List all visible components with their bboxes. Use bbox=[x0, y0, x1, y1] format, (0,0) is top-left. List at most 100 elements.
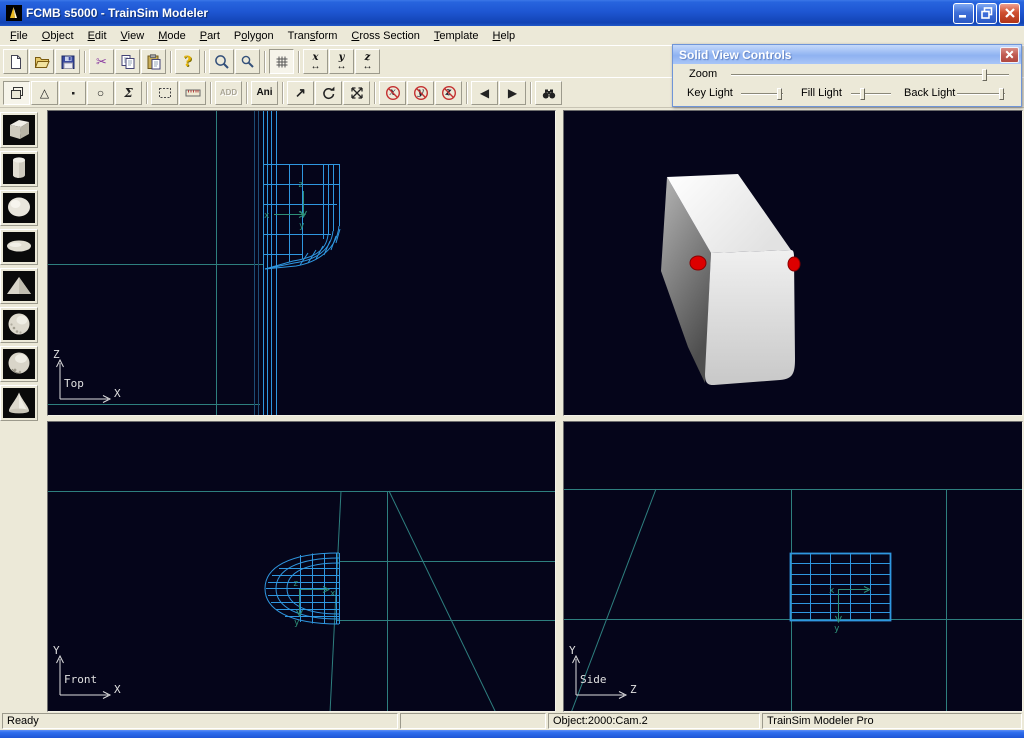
selrect-icon bbox=[157, 85, 173, 101]
fill-light-slider[interactable] bbox=[851, 88, 891, 100]
minimize-button[interactable] bbox=[953, 3, 974, 24]
prev-button[interactable]: ◀ bbox=[471, 81, 498, 105]
menu-item-cross-section[interactable]: Cross Section bbox=[344, 28, 426, 44]
restore-button[interactable] bbox=[976, 3, 997, 24]
lock-x-button[interactable]: x bbox=[379, 81, 406, 105]
back-light-slider[interactable] bbox=[957, 88, 1005, 100]
circle-tool-button[interactable]: ○ bbox=[87, 81, 114, 105]
move-tool-button[interactable]: ↗ bbox=[287, 81, 314, 105]
help-button[interactable]: ? bbox=[175, 49, 200, 74]
menu-item-polygon[interactable]: Polygon bbox=[227, 28, 281, 44]
menu-item-object[interactable]: Object bbox=[35, 28, 81, 44]
svg-text:y: y bbox=[299, 221, 305, 231]
titlebar[interactable]: FCMB s5000 - TrainSim Modeler bbox=[0, 0, 1024, 26]
open-icon bbox=[34, 54, 50, 70]
lock-z-button[interactable]: z bbox=[435, 81, 462, 105]
menu-item-part[interactable]: Part bbox=[193, 28, 227, 44]
zoom-slider[interactable] bbox=[731, 69, 1009, 81]
menu-item-help[interactable]: Help bbox=[486, 28, 523, 44]
toolbar-separator bbox=[84, 51, 86, 73]
next-icon: ▶ bbox=[508, 87, 517, 99]
primitive-cylinder-button[interactable] bbox=[0, 151, 38, 187]
spline-tool-button[interactable]: Σ bbox=[115, 81, 142, 105]
zoom-in-button[interactable] bbox=[209, 49, 234, 74]
svg-text:y: y bbox=[294, 618, 300, 628]
primitive-cone-button[interactable] bbox=[0, 385, 38, 421]
zoom-out-button[interactable] bbox=[235, 49, 260, 74]
triangle-tool-icon: △ bbox=[40, 87, 49, 99]
scale-tool-button[interactable] bbox=[343, 81, 370, 105]
new-icon bbox=[8, 54, 24, 70]
select-rect-button[interactable] bbox=[151, 81, 178, 105]
no-x-icon: x bbox=[385, 85, 401, 101]
menu-item-view[interactable]: View bbox=[114, 28, 152, 44]
viewport-perspective[interactable] bbox=[563, 110, 1023, 416]
z-axis-button[interactable]: z↔ bbox=[355, 49, 380, 74]
menu-item-template[interactable]: Template bbox=[427, 28, 486, 44]
primitive-geosphere-button[interactable] bbox=[0, 307, 38, 343]
viewport-front[interactable]: z x y Y X Front bbox=[47, 421, 556, 712]
axis-gizmo-side: Y Z Side bbox=[566, 647, 666, 709]
viewport-top[interactable]: z x y Z X Top bbox=[47, 110, 556, 416]
toolbar-separator bbox=[374, 82, 376, 104]
point-tool-button[interactable] bbox=[59, 81, 86, 105]
dialog-title: Solid View Controls bbox=[679, 48, 1000, 62]
dot-icon bbox=[65, 85, 81, 101]
no-y-icon: y bbox=[413, 85, 429, 101]
cut-button[interactable]: ✂ bbox=[89, 49, 114, 74]
viewport-label-top: Top bbox=[64, 377, 84, 390]
add-button[interactable]: ADD bbox=[215, 81, 242, 105]
animate-icon: Ani bbox=[256, 87, 272, 98]
menu-item-file[interactable]: File bbox=[3, 28, 35, 44]
y-axis-button[interactable]: y↔ bbox=[329, 49, 354, 74]
close-button[interactable] bbox=[999, 3, 1020, 24]
dialog-titlebar[interactable]: Solid View Controls bbox=[673, 45, 1021, 64]
viewport-side[interactable]: x y Y Z Side bbox=[563, 421, 1023, 712]
menu-item-transform[interactable]: Transform bbox=[281, 28, 345, 44]
toolbar-separator bbox=[530, 82, 532, 104]
viewport-label-front: Front bbox=[64, 673, 97, 686]
key-light-slider[interactable] bbox=[741, 88, 783, 100]
axis-gizmo-front: Y X Front bbox=[50, 647, 150, 709]
open-button[interactable] bbox=[29, 49, 54, 74]
x-axis-icon: x↔ bbox=[311, 52, 321, 71]
grid-toggle-button[interactable] bbox=[269, 49, 294, 74]
copy-button[interactable] bbox=[115, 49, 140, 74]
solid-view-controls-dialog[interactable]: Solid View Controls Zoom Key Light Fill … bbox=[672, 44, 1022, 107]
rotate-tool-button[interactable] bbox=[315, 81, 342, 105]
new-button[interactable] bbox=[3, 49, 28, 74]
save-button[interactable] bbox=[55, 49, 80, 74]
primitive-hemisphere-button[interactable] bbox=[0, 346, 38, 382]
toolbar-separator bbox=[298, 51, 300, 73]
status-panel-2 bbox=[400, 713, 546, 729]
primitive-ellipsoid-button[interactable] bbox=[0, 229, 38, 265]
box-tool-button[interactable] bbox=[3, 81, 30, 105]
fill-light-slider-thumb[interactable] bbox=[860, 88, 865, 100]
ruler-button[interactable] bbox=[179, 81, 206, 105]
status-edition: TrainSim Modeler Pro bbox=[762, 713, 1022, 729]
x-axis-button[interactable]: x↔ bbox=[303, 49, 328, 74]
paste-button[interactable] bbox=[141, 49, 166, 74]
animate-button[interactable]: Ani bbox=[251, 81, 278, 105]
primitive-pyramid-button[interactable] bbox=[0, 268, 38, 304]
primitive-sphere-button[interactable] bbox=[0, 190, 38, 226]
triangle-tool-button[interactable]: △ bbox=[31, 81, 58, 105]
no-z-icon: z bbox=[441, 85, 457, 101]
primitive-box-button[interactable] bbox=[0, 112, 38, 148]
lock-y-button[interactable]: y bbox=[407, 81, 434, 105]
menu-item-edit[interactable]: Edit bbox=[81, 28, 114, 44]
back-light-slider-thumb[interactable] bbox=[999, 88, 1004, 100]
zoomout-icon bbox=[240, 54, 256, 70]
next-button[interactable]: ▶ bbox=[499, 81, 526, 105]
binoculars-icon bbox=[541, 85, 557, 101]
y-axis-icon: y↔ bbox=[337, 52, 347, 71]
find-button[interactable] bbox=[535, 81, 562, 105]
status-object: Object:2000:Cam.2 bbox=[548, 713, 760, 729]
dialog-close-button[interactable] bbox=[1000, 47, 1019, 63]
ruler-icon bbox=[185, 85, 201, 101]
app-icon[interactable] bbox=[6, 5, 22, 21]
menu-item-mode[interactable]: Mode bbox=[151, 28, 193, 44]
zoom-slider-thumb[interactable] bbox=[982, 69, 987, 81]
toolbar-separator bbox=[170, 51, 172, 73]
key-light-slider-thumb[interactable] bbox=[777, 88, 782, 100]
